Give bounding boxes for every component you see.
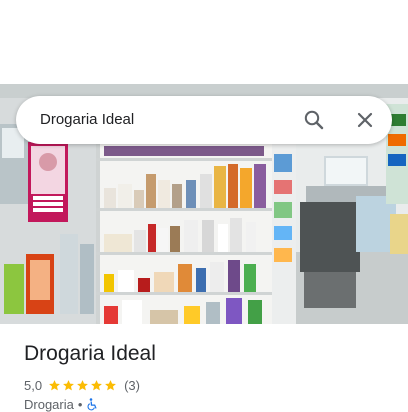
star-icon <box>63 379 74 390</box>
search-input[interactable]: Drogaria Ideal <box>40 96 134 144</box>
star-icon <box>91 379 102 390</box>
category-row: Drogaria • <box>24 397 98 412</box>
star-icon <box>49 379 60 390</box>
star-rating <box>48 379 118 392</box>
close-icon[interactable] <box>353 108 377 132</box>
place-title[interactable]: Drogaria Ideal <box>24 342 156 366</box>
map-top-area <box>0 0 408 84</box>
wheelchair-icon <box>88 398 98 411</box>
place-category: Drogaria <box>24 397 74 412</box>
search-bar[interactable]: Drogaria Ideal <box>16 96 392 144</box>
place-info-panel: Drogaria Ideal 5,0 (3) Drogaria • <box>0 324 408 412</box>
review-count[interactable]: (3) <box>124 378 140 393</box>
star-icon <box>105 379 116 390</box>
rating-value: 5,0 <box>24 377 43 393</box>
search-icon[interactable] <box>302 108 326 132</box>
rating-row[interactable]: 5,0 (3) <box>24 376 140 394</box>
separator-dot: • <box>77 397 83 412</box>
star-icon <box>77 379 88 390</box>
